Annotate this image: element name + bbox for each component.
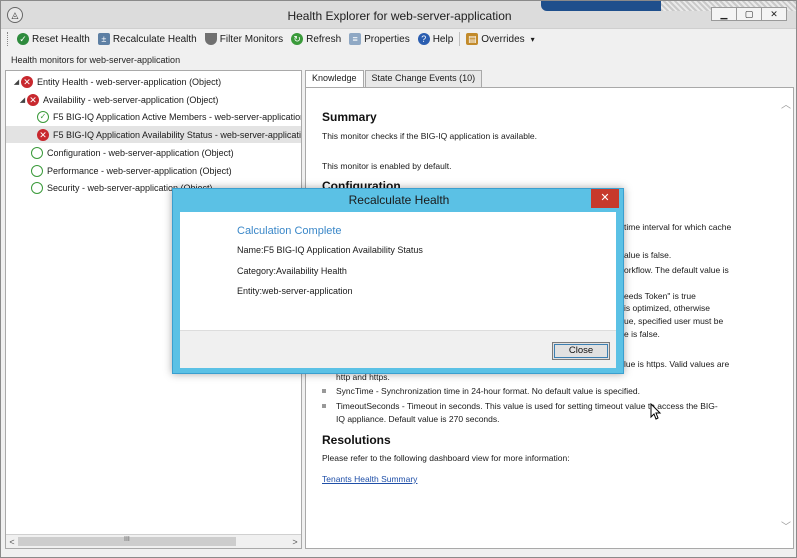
synctime-text: SyncTime - Synchronization time in 24-ho… — [336, 386, 640, 396]
dialog-footer: Close — [180, 330, 616, 368]
unmonitored-status-icon — [31, 146, 43, 159]
mouse-cursor-icon — [650, 403, 662, 420]
close-window-button[interactable]: ✕ — [761, 7, 787, 21]
config-text-fragment: lue is https. Valid values are — [624, 359, 730, 369]
scroll-up-icon[interactable]: ︿ — [780, 100, 792, 112]
refresh-label: Refresh — [306, 33, 342, 45]
detail-tabs: Knowledge State Change Events (10) — [305, 70, 483, 88]
overrides-dropdown[interactable]: ▤ Overrides ▾ — [462, 30, 538, 48]
config-text-fragment: ue, specified user must be — [624, 316, 724, 326]
bullet-icon — [322, 404, 326, 408]
config-text-fragment: eeds Token" is true — [624, 291, 696, 301]
tree-item-configuration[interactable]: Configuration - web-server-application (… — [31, 144, 234, 161]
critical-status-icon: ✕ — [27, 93, 39, 106]
toolbar-grip[interactable] — [7, 32, 10, 46]
tenants-health-summary-link[interactable]: Tenants Health Summary — [322, 474, 417, 484]
enabled-text: This monitor is enabled by default. — [322, 161, 452, 171]
scroll-left-icon[interactable]: < — [6, 536, 18, 548]
tab-state-change-events[interactable]: State Change Events (10) — [364, 70, 483, 87]
tree-item-entity-health[interactable]: ◢ ✕ Entity Health - web-server-applicati… — [12, 73, 221, 90]
tree-item-label: Configuration - web-server-application (… — [47, 147, 234, 158]
help-label: Help — [432, 33, 454, 45]
toolbar: ✓ Reset Health ± Recalculate Health Filt… — [1, 29, 796, 49]
window-title: Health Explorer for web-server-applicati… — [287, 9, 512, 23]
summary-heading: Summary — [322, 110, 377, 124]
tab-knowledge[interactable]: Knowledge — [305, 70, 364, 88]
recalculate-health-button[interactable]: ± Recalculate Health — [94, 30, 201, 48]
tree-item-availability[interactable]: ◢ ✕ Availability - web-server-applicatio… — [18, 91, 218, 108]
dialog-title: Recalculate Health — [348, 193, 450, 207]
filter-monitors-button[interactable]: Filter Monitors — [201, 30, 287, 48]
collapse-arrow-icon[interactable]: ◢ — [18, 96, 27, 104]
filter-monitors-label: Filter Monitors — [219, 33, 284, 45]
reset-health-label: Reset Health — [32, 33, 90, 45]
scroll-down-icon[interactable]: ﹀ — [780, 522, 792, 534]
properties-button[interactable]: ≡ Properties — [345, 30, 414, 48]
overrides-label: Overrides — [481, 33, 525, 45]
chevron-down-icon: ▾ — [530, 34, 535, 44]
tree-item-label: Entity Health - web-server-application (… — [37, 76, 222, 87]
resolutions-text: Please refer to the following dashboard … — [322, 453, 570, 463]
tree-item-availability-status[interactable]: ✕ F5 BIG-IQ Application Availability Sta… — [6, 126, 301, 143]
config-text-fragment: e is false. — [624, 329, 660, 339]
scrollbar-grip: III — [124, 536, 130, 543]
tree-item-label: Availability - web-server-application (O… — [43, 94, 219, 105]
properties-icon: ≡ — [349, 33, 362, 45]
overrides-icon: ▤ — [466, 33, 479, 45]
collapse-arrow-icon[interactable]: ◢ — [12, 78, 21, 86]
monitor-name-text: Name:F5 BIG-IQ Application Availability … — [237, 245, 423, 255]
calculation-complete-heading: Calculation Complete — [237, 225, 342, 237]
dialog-body: Calculation Complete Name:F5 BIG-IQ Appl… — [180, 212, 616, 330]
close-button[interactable]: Close — [552, 342, 610, 360]
config-text-fragment: alue is false. — [624, 250, 672, 260]
refresh-icon: ↻ — [291, 33, 304, 45]
properties-label: Properties — [364, 33, 410, 45]
refresh-button[interactable]: ↻ Refresh — [287, 30, 345, 48]
recalculate-health-label: Recalculate Health — [112, 33, 197, 45]
tree-item-performance[interactable]: Performance - web-server-application (Ob… — [31, 162, 232, 179]
recalculate-health-dialog: Recalculate Health ✕ Calculation Complet… — [172, 188, 624, 374]
tree-item-label: F5 BIG-IQ Application Availability Statu… — [53, 129, 301, 140]
tree-horizontal-scrollbar[interactable]: < III > — [6, 534, 301, 548]
filter-icon — [204, 33, 217, 45]
dialog-close-icon[interactable]: ✕ — [591, 189, 619, 208]
config-text-fragment: is optimized, otherwise — [624, 303, 710, 313]
unmonitored-status-icon — [31, 181, 43, 194]
help-button[interactable]: ? Help — [414, 30, 458, 48]
timeout-text-continued: IQ appliance. Default value is 270 secon… — [336, 414, 500, 424]
minimize-button[interactable]: ▁ — [711, 7, 737, 21]
resolutions-heading: Resolutions — [322, 433, 391, 447]
health-explorer-window: ◬ Health Explorer for web-server-applica… — [0, 0, 797, 558]
taskbar-overlay — [541, 1, 661, 11]
toolbar-separator — [459, 32, 461, 46]
healthy-status-icon: ✓ — [37, 110, 49, 123]
reset-health-button[interactable]: ✓ Reset Health — [13, 30, 94, 48]
scroll-right-icon[interactable]: > — [289, 536, 301, 548]
unmonitored-status-icon — [31, 164, 43, 177]
tree-item-label: Performance - web-server-application (Ob… — [47, 165, 232, 176]
critical-status-icon: ✕ — [21, 75, 33, 88]
title-bar[interactable]: ◬ Health Explorer for web-server-applica… — [1, 1, 796, 29]
bullet-icon — [322, 389, 326, 393]
help-icon: ? — [417, 33, 430, 45]
health-monitors-label: Health monitors for web-server-applicati… — [11, 55, 181, 65]
tree-item-label: F5 BIG-IQ Application Active Members - w… — [53, 111, 302, 122]
critical-status-icon: ✕ — [37, 128, 49, 141]
knowledge-vertical-scrollbar[interactable]: ︿ ﹀ — [779, 88, 793, 548]
monitor-entity-text: Entity:web-server-application — [237, 286, 353, 296]
maximize-button[interactable]: ▢ — [736, 7, 762, 21]
reset-health-icon: ✓ — [17, 33, 29, 45]
summary-text: This monitor checks if the BIG-IQ applic… — [322, 131, 537, 141]
monitor-category-text: Category:Availability Health — [237, 266, 347, 276]
config-text-fragment: time interval for which cache — [624, 222, 732, 232]
recalculate-health-icon: ± — [97, 33, 110, 45]
tree-item-active-members[interactable]: ✓ F5 BIG-IQ Application Active Members -… — [37, 108, 302, 125]
config-text-fragment: orkflow. The default value is — [624, 265, 729, 275]
